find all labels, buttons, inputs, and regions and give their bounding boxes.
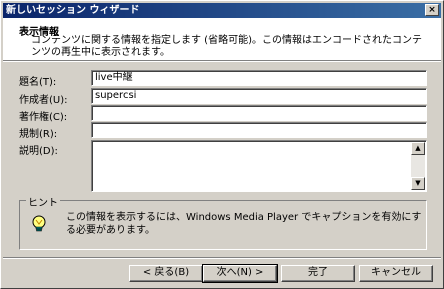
finish-button[interactable]: 完了 [281, 265, 355, 282]
description-label: 説明(D): [19, 146, 58, 157]
copyright-label: 著作権(C): [19, 112, 68, 123]
rating-label: 規制(R): [19, 129, 58, 140]
header-panel: 表示情報 コンテンツに関する情報を指定します (省略可能)。この情報はエンコード… [3, 18, 441, 60]
title-field[interactable]: live中継 [91, 70, 427, 86]
copyright-field[interactable] [91, 105, 427, 121]
description-field[interactable]: ▲ ▼ [91, 140, 427, 192]
scroll-down-icon[interactable]: ▼ [411, 177, 425, 190]
author-field[interactable]: supercsi [91, 88, 427, 104]
wizard-window: 新しいセッション ウィザード × 表示情報 コンテンツに関する情報を指定します … [0, 0, 444, 289]
lightbulb-icon [30, 215, 48, 233]
scroll-up-icon[interactable]: ▲ [411, 142, 425, 155]
next-button[interactable]: 次へ(N) > [202, 264, 278, 283]
hint-legend: ヒント [26, 194, 60, 209]
footer-divider-highlight [3, 258, 441, 259]
title-bar: 新しいセッション ウィザード × [3, 3, 441, 18]
back-button[interactable]: < 戻る(B) [129, 265, 203, 282]
page-description: コンテンツに関する情報を指定します (省略可能)。この情報はエンコードされたコン… [31, 35, 422, 58]
divider-highlight [3, 61, 441, 62]
title-label: 題名(T): [19, 77, 57, 88]
author-label: 作成者(U): [19, 95, 68, 106]
description-scrollbar[interactable]: ▲ ▼ [411, 142, 425, 190]
window-title: 新しいセッション ウィザード [6, 5, 140, 16]
rating-field[interactable] [91, 122, 427, 138]
hint-text: この情報を表示するには、Windows Media Player でキャプション… [66, 212, 422, 236]
cancel-button[interactable]: キャンセル [359, 265, 433, 282]
hint-group: ヒント この情報を表示するには、Windows Media Player でキャ… [19, 194, 427, 250]
close-button[interactable]: × [425, 4, 439, 16]
